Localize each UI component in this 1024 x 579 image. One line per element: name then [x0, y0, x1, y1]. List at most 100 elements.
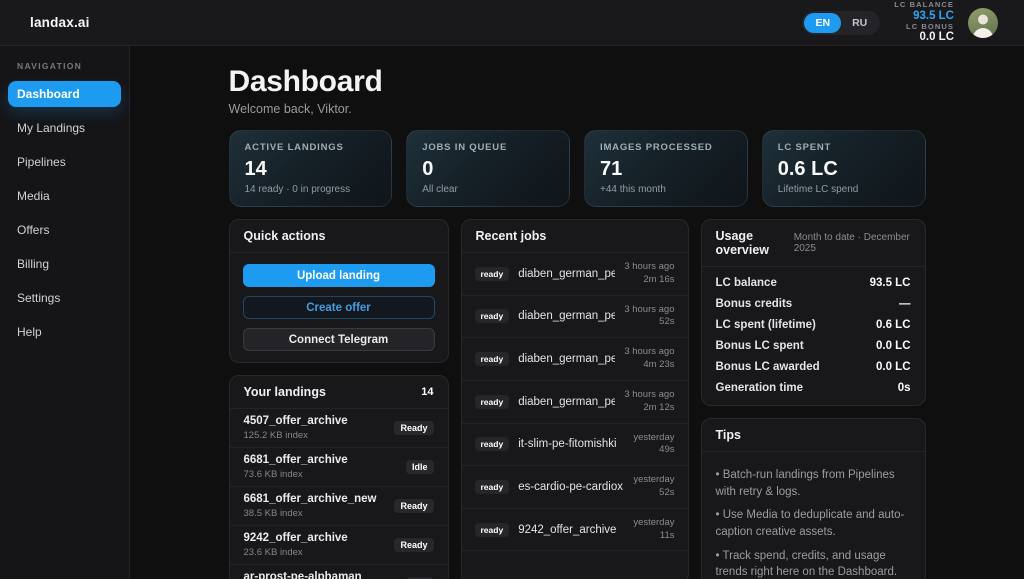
- job-status-badge: ready: [475, 395, 510, 409]
- language-toggle: ENRU: [802, 11, 880, 35]
- your-landings-header: Your landings 14: [230, 376, 448, 409]
- connect-telegram-button[interactable]: Connect Telegram: [243, 328, 435, 351]
- landing-row[interactable]: 9242_offer_archive 23.6 KB index Ready: [230, 526, 448, 565]
- upload-landing-button[interactable]: Upload landing: [243, 264, 435, 287]
- usage-period: Month to date · December 2025: [794, 232, 911, 254]
- usage-value: 0.0 LC: [876, 340, 911, 352]
- your-landings-panel: Your landings 14 4507_offer_archive 125.…: [229, 375, 449, 579]
- landing-row[interactable]: 6681_offer_archive_new 38.5 KB index Rea…: [230, 487, 448, 526]
- stat-card: ACTIVE LANDINGS 14 14 ready · 0 in progr…: [229, 130, 393, 207]
- stat-value: 0.6 LC: [778, 158, 910, 180]
- stat-label: ACTIVE LANDINGS: [245, 142, 377, 153]
- landing-size: 23.6 KB index: [244, 547, 348, 558]
- job-duration: 52s: [633, 487, 674, 500]
- landing-name: 6681_offer_archive: [244, 453, 348, 467]
- job-name: diaben_german_pe_glyconorm: [518, 353, 615, 365]
- job-row: ready es-cardio-pe-cardiox yesterday 52s: [462, 466, 688, 509]
- stat-card: IMAGES PROCESSED 71 +44 this month: [584, 130, 748, 207]
- usage-label: Bonus credits: [716, 298, 793, 310]
- landing-size: 38.5 KB index: [244, 508, 377, 519]
- user-avatar[interactable]: [968, 8, 998, 38]
- landing-row[interactable]: ar-prost-pe-alphaman 53.0 KB index Idle: [230, 565, 448, 579]
- language-option[interactable]: RU: [841, 13, 878, 33]
- page-subtitle: Welcome back, Viktor.: [229, 102, 926, 116]
- landing-size: 125.2 KB index: [244, 430, 348, 441]
- job-row: ready diaben_german_pe_glyconorm 3 hours…: [462, 338, 688, 381]
- sidebar-item[interactable]: Offers: [8, 217, 121, 243]
- sidebar-item[interactable]: Pipelines: [8, 149, 121, 175]
- stats-row: ACTIVE LANDINGS 14 14 ready · 0 in progr…: [229, 130, 926, 207]
- job-row: ready diaben_german_pe_glyconorm 3 hours…: [462, 253, 688, 296]
- recent-jobs-header: Recent jobs: [462, 220, 688, 253]
- stat-value: 14: [245, 158, 377, 180]
- job-duration: 4m 23s: [624, 359, 674, 372]
- sidebar-item[interactable]: Help: [8, 319, 121, 345]
- landing-status-badge: Ready: [394, 499, 433, 513]
- job-duration: 52s: [624, 316, 674, 329]
- topbar-right: ENRU LC BALANCE 93.5 LC LC BONUS 0.0 LC: [802, 1, 998, 44]
- tip-item: Track spend, credits, and usage trends r…: [716, 548, 911, 579]
- lc-bonus-label: LC BONUS: [894, 23, 954, 31]
- language-option[interactable]: EN: [804, 13, 841, 33]
- landing-name: 9242_offer_archive: [244, 531, 348, 545]
- stat-sub: All clear: [422, 184, 554, 195]
- stat-card: LC SPENT 0.6 LC Lifetime LC spend: [762, 130, 926, 207]
- stat-sub: +44 this month: [600, 184, 732, 195]
- landing-name: 6681_offer_archive_new: [244, 492, 377, 506]
- usage-value: 93.5 LC: [870, 277, 911, 289]
- balance-block: LC BALANCE 93.5 LC LC BONUS 0.0 LC: [894, 1, 954, 44]
- sidebar-item[interactable]: Media: [8, 183, 121, 209]
- app-logo[interactable]: landax.ai: [30, 15, 90, 30]
- job-when: yesterday: [633, 474, 674, 487]
- job-name: it-slim-pe-fitomishki: [518, 438, 624, 450]
- landing-status-badge: Ready: [394, 421, 433, 435]
- right-column: Usage overview Month to date · December …: [701, 219, 926, 579]
- your-landings-title: Your landings: [244, 385, 326, 399]
- usage-label: Generation time: [716, 382, 804, 394]
- create-offer-button[interactable]: Create offer: [243, 296, 435, 319]
- usage-value: 0.0 LC: [876, 361, 911, 373]
- landing-status-badge: Idle: [406, 460, 434, 474]
- stat-value: 0: [422, 158, 554, 180]
- job-when: yesterday: [633, 517, 674, 530]
- usage-overview-header: Usage overview Month to date · December …: [702, 220, 925, 267]
- usage-label: LC spent (lifetime): [716, 319, 816, 331]
- usage-row: Bonus credits —: [702, 293, 925, 314]
- usage-label: LC balance: [716, 277, 777, 289]
- job-name: diaben_german_pe_glyconorm: [518, 268, 615, 280]
- sidebar-item[interactable]: Dashboard: [8, 81, 121, 107]
- job-row: ready it-slim-pe-fitomishki yesterday 49…: [462, 424, 688, 467]
- job-duration: 11s: [633, 530, 674, 543]
- landings-list: 4507_offer_archive 125.2 KB index Ready …: [230, 409, 448, 579]
- stat-sub: 14 ready · 0 in progress: [245, 184, 377, 195]
- quick-actions-title: Quick actions: [244, 229, 326, 243]
- usage-value: —: [899, 298, 911, 310]
- job-status-badge: ready: [475, 480, 510, 494]
- stat-label: IMAGES PROCESSED: [600, 142, 732, 153]
- lc-balance-label: LC BALANCE: [894, 1, 954, 9]
- landing-row[interactable]: 4507_offer_archive 125.2 KB index Ready: [230, 409, 448, 448]
- usage-row: Bonus LC spent 0.0 LC: [702, 335, 925, 356]
- usage-label: Bonus LC spent: [716, 340, 804, 352]
- job-row: ready diaben_german_pe_glyconorm 3 hours…: [462, 381, 688, 424]
- sidebar-item[interactable]: My Landings: [8, 115, 121, 141]
- sidebar-item[interactable]: Settings: [8, 285, 121, 311]
- landing-row[interactable]: 6681_offer_archive 73.6 KB index Idle: [230, 448, 448, 487]
- usage-overview-title: Usage overview: [716, 229, 794, 257]
- job-status-badge: ready: [475, 267, 510, 281]
- usage-label: Bonus LC awarded: [716, 361, 820, 373]
- usage-overview-panel: Usage overview Month to date · December …: [701, 219, 926, 406]
- usage-value: 0s: [898, 382, 911, 394]
- usage-row: LC balance 93.5 LC: [702, 272, 925, 293]
- usage-row: Generation time 0s: [702, 377, 925, 398]
- landing-name: ar-prost-pe-alphaman: [244, 570, 362, 579]
- sidebar: NAVIGATION DashboardMy LandingsPipelines…: [0, 46, 130, 579]
- stat-value: 71: [600, 158, 732, 180]
- landing-name: 4507_offer_archive: [244, 414, 348, 428]
- sidebar-item[interactable]: Billing: [8, 251, 121, 277]
- usage-value: 0.6 LC: [876, 319, 911, 331]
- tips-list: Batch-run landings from Pipelines with r…: [702, 452, 925, 579]
- landing-status-badge: Ready: [394, 538, 433, 552]
- topbar: landax.ai ENRU LC BALANCE 93.5 LC LC BON…: [0, 0, 1024, 46]
- job-when: 3 hours ago: [624, 261, 674, 274]
